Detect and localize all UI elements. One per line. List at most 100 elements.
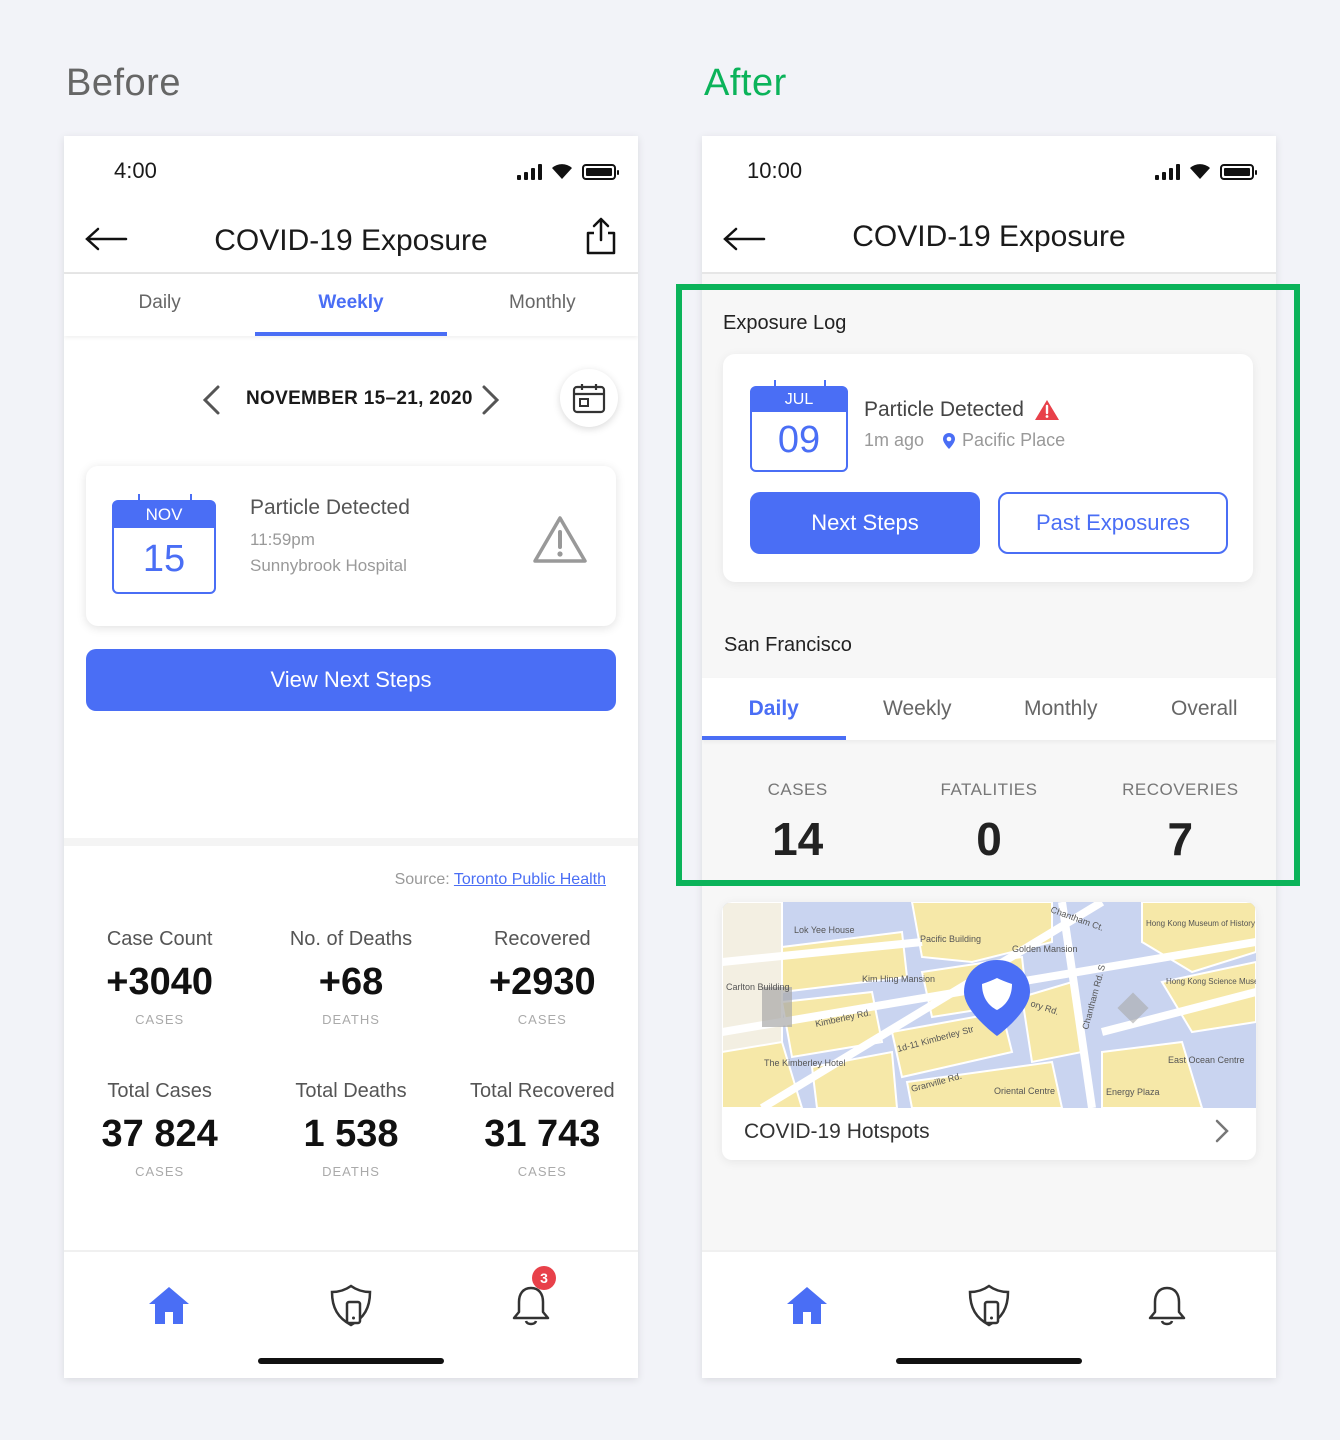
- bottom-tab-bar: [702, 1250, 1276, 1378]
- map-label-hk-history: Hong Kong Museum of History: [1146, 919, 1255, 928]
- bottom-tab-bar: 3: [64, 1250, 638, 1378]
- after-heading: After: [704, 62, 787, 104]
- home-icon[interactable]: [146, 1282, 192, 1328]
- map-label-kimberley-hotel: The Kimberley Hotel: [764, 1058, 846, 1068]
- exposure-day: 15: [142, 538, 186, 580]
- stat-label: CASES: [767, 780, 828, 799]
- calendar-icon: [572, 384, 606, 414]
- status-time: 4:00: [114, 158, 157, 183]
- map-label-carlton: Carlton Building: [726, 982, 790, 992]
- hotspots-title: COVID-19 Hotspots: [744, 1120, 930, 1143]
- hotspot-map[interactable]: Lok Yee House Pacific Building Chantham …: [722, 902, 1256, 1108]
- shield-phone-icon[interactable]: [966, 1282, 1012, 1328]
- period-tabs: Daily Weekly Monthly: [64, 274, 638, 336]
- stat-total-cases: Total Cases 37 824 CASES: [64, 1080, 255, 1179]
- stat-cases: CASES 14: [702, 780, 893, 866]
- city-stats-row: CASES 14 FATALITIES 0 RECOVERIES 7: [702, 780, 1276, 866]
- exposure-month: NOV: [114, 502, 214, 528]
- tab-overall[interactable]: Overall: [1133, 678, 1277, 740]
- map-label-east-ocean: East Ocean Centre: [1168, 1055, 1245, 1065]
- nav-bar: COVID-19 Exposure: [64, 206, 638, 274]
- map-label-energy-plaza: Energy Plaza: [1106, 1087, 1160, 1097]
- battery-icon: [582, 164, 619, 180]
- tab-weekly[interactable]: Weekly: [255, 274, 447, 336]
- shield-phone-icon[interactable]: [328, 1282, 374, 1328]
- calendar-button[interactable]: [560, 369, 618, 427]
- stat-value: 1 538: [303, 1113, 399, 1155]
- status-time: 10:00: [747, 158, 803, 183]
- stat-recovered: Recovered +2930 CASES: [447, 928, 638, 1027]
- source-prefix: Source:: [394, 871, 450, 888]
- exposure-title: Particle Detected: [250, 496, 410, 519]
- past-exposures-button[interactable]: Past Exposures: [998, 492, 1228, 554]
- chevron-left-icon[interactable]: [200, 384, 222, 416]
- stat-total-deaths: Total Deaths 1 538 DEATHS: [255, 1080, 446, 1179]
- page-title: COVID-19 Exposure: [852, 220, 1126, 253]
- chevron-right-icon[interactable]: [1214, 1118, 1230, 1144]
- cellular-signal-icon: [1155, 164, 1180, 180]
- date-range: NOVEMBER 15–21, 2020: [246, 388, 473, 409]
- source-line: Source: Toronto Public Health: [395, 871, 606, 889]
- tab-monthly[interactable]: Monthly: [447, 274, 638, 336]
- exposure-date-tile: NOV 15: [112, 494, 216, 594]
- stat-label: RECOVERIES: [1122, 780, 1239, 799]
- stat-unit: CASES: [135, 1164, 185, 1179]
- map-label-golden-mansion: Golden Mansion: [1012, 944, 1078, 954]
- status-icons: [517, 162, 619, 180]
- bell-icon[interactable]: [1144, 1282, 1190, 1328]
- stat-value: +2930: [488, 961, 596, 1003]
- warning-icon: [533, 516, 587, 563]
- exposure-place: Pacific Place: [962, 430, 1066, 450]
- stat-label: Case Count: [106, 928, 213, 950]
- warning-icon: [1034, 400, 1059, 420]
- exposure-time: 11:59pm: [250, 530, 315, 549]
- section-divider: [64, 838, 638, 846]
- map-label-oriental: Oriental Centre: [994, 1086, 1055, 1096]
- exposure-log-label: Exposure Log: [723, 312, 847, 334]
- before-heading: Before: [66, 62, 181, 104]
- date-navigator: NOVEMBER 15–21, 2020: [64, 380, 638, 420]
- stat-unit: CASES: [517, 1164, 567, 1179]
- stat-value: +3040: [106, 961, 214, 1003]
- map-label-pacific-building: Pacific Building: [920, 934, 981, 944]
- tab-weekly[interactable]: Weekly: [846, 678, 990, 740]
- source-link[interactable]: Toronto Public Health: [454, 871, 606, 888]
- exposure-meta: 1m ago Pacific Place: [864, 430, 1065, 451]
- hotspots-card[interactable]: Lok Yee House Pacific Building Chantham …: [722, 902, 1256, 1160]
- stat-value: +68: [318, 961, 384, 1003]
- view-next-steps-button[interactable]: View Next Steps: [86, 649, 616, 711]
- exposure-card[interactable]: NOV 15 Particle Detected 11:59pm Sunnybr…: [86, 466, 616, 626]
- battery-icon: [1220, 164, 1257, 180]
- total-stats-row: Total Cases 37 824 CASES Total Deaths 1 …: [64, 1080, 638, 1179]
- location-pin-icon: [943, 432, 956, 449]
- stat-label: Total Deaths: [295, 1080, 407, 1102]
- stat-label: No. of Deaths: [289, 928, 413, 950]
- stat-case-count: Case Count +3040 CASES: [64, 928, 255, 1027]
- stat-label: Total Recovered: [470, 1080, 615, 1102]
- daily-stats-row: Case Count +3040 CASES No. of Deaths +68…: [64, 928, 638, 1027]
- exposure-date-tile: JUL 09: [750, 380, 848, 472]
- stat-total-recovered: Total Recovered 31 743 CASES: [447, 1080, 638, 1179]
- tab-monthly[interactable]: Monthly: [989, 678, 1133, 740]
- stat-label: Recovered: [493, 928, 591, 950]
- exposure-month: JUL: [752, 388, 846, 412]
- stat-value: 31 743: [484, 1113, 601, 1155]
- next-steps-button[interactable]: Next Steps: [750, 492, 980, 554]
- tab-daily[interactable]: Daily: [64, 274, 255, 336]
- city-label: San Francisco: [724, 634, 852, 656]
- home-icon[interactable]: [784, 1282, 830, 1328]
- tab-daily[interactable]: Daily: [702, 678, 846, 740]
- after-phone-screen: 10:00 COVID-19 Exposure Exposure Log JUL…: [702, 136, 1276, 1378]
- exposure-time-ago: 1m ago: [864, 430, 925, 450]
- exposure-location: Pacific Place: [942, 430, 1065, 451]
- chevron-right-icon[interactable]: [480, 384, 502, 416]
- stat-value: 0: [976, 813, 1002, 865]
- map-label-hk-science: Hong Kong Science Museum: [1166, 977, 1256, 986]
- cellular-signal-icon: [517, 164, 542, 180]
- share-icon[interactable]: [584, 216, 618, 256]
- wifi-icon: [1190, 164, 1210, 179]
- home-indicator: [896, 1358, 1082, 1364]
- before-phone-screen: 4:00 COVID-19 Exposure Daily Weekly Mont…: [64, 136, 638, 1378]
- status-icons: [1155, 162, 1257, 180]
- stat-label: FATALITIES: [940, 780, 1038, 799]
